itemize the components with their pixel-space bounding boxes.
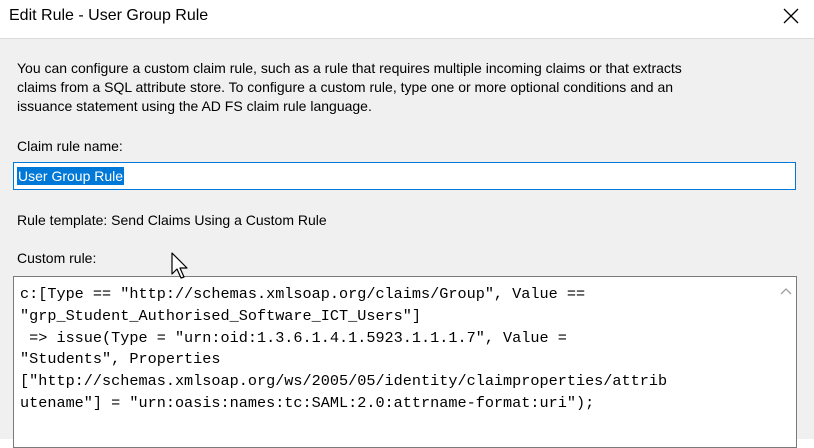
claim-rule-name-input[interactable]: User Group Rule xyxy=(13,162,796,190)
custom-rule-textarea[interactable]: c:[Type == "http://schemas.xmlsoap.org/c… xyxy=(13,276,797,448)
close-button[interactable] xyxy=(768,0,814,32)
claim-rule-name-label: Claim rule name: xyxy=(17,138,123,154)
claim-rule-name-value: User Group Rule xyxy=(17,167,125,185)
rule-description: You can configure a custom claim rule, s… xyxy=(17,60,682,114)
custom-rule-text: c:[Type == "http://schemas.xmlsoap.org/c… xyxy=(20,285,668,412)
chevron-up-icon xyxy=(780,288,792,295)
vertical-scrollbar[interactable] xyxy=(776,277,796,447)
close-icon xyxy=(783,8,799,24)
window-title: Edit Rule - User Group Rule xyxy=(9,7,209,24)
title-bar: Edit Rule - User Group Rule xyxy=(0,0,814,32)
dialog-content: You can configure a custom claim rule, s… xyxy=(0,38,814,448)
scroll-up-button[interactable] xyxy=(776,281,796,301)
custom-rule-label: Custom rule: xyxy=(17,250,97,266)
rule-template-label: Rule template: Send Claims Using a Custo… xyxy=(17,212,327,228)
mouse-pointer-icon xyxy=(171,252,188,279)
